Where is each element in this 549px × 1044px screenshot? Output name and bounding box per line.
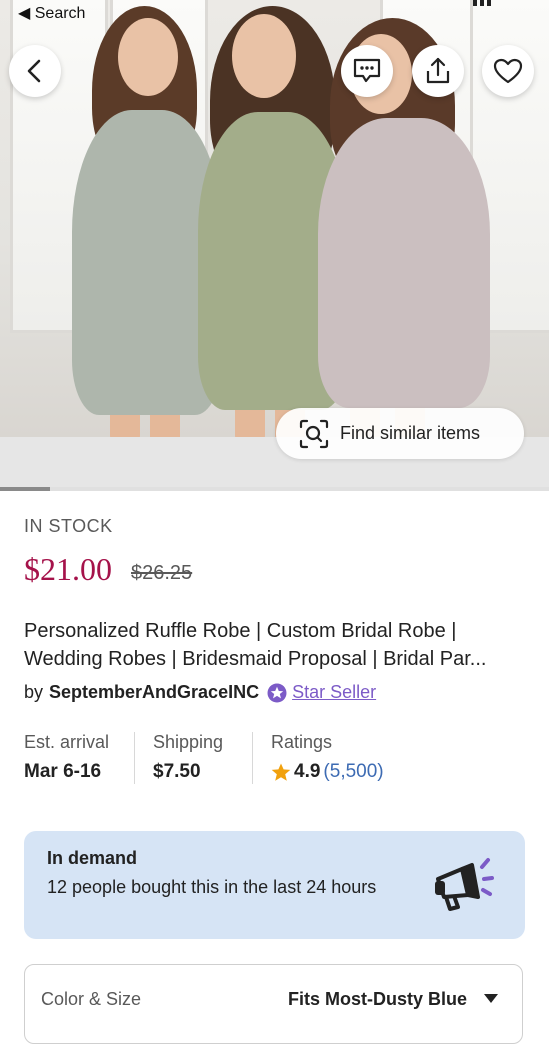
est-arrival-value: Mar 6-16: [24, 761, 102, 782]
ratings[interactable]: Ratings 4.9 (5,500): [271, 732, 384, 783]
color-size-select[interactable]: Color & Size Fits Most-Dusty Blue: [24, 964, 523, 1044]
in-demand-heading: In demand: [47, 848, 138, 868]
heart-icon: [493, 58, 523, 84]
in-demand-card: In demand 12 people bought this in the l…: [24, 831, 525, 939]
share-icon: [426, 57, 450, 84]
est-arrival-label: Est. arrival: [24, 732, 110, 752]
message-seller-button[interactable]: [341, 45, 393, 97]
original-price: $26.25: [131, 562, 193, 584]
rating-score: 4.9: [294, 761, 321, 782]
product-title-line2: Wedding Robes | Bridesmaid Proposal | Br…: [24, 648, 487, 670]
gallery-scrollbar[interactable]: [0, 487, 549, 491]
divider: [252, 732, 253, 784]
est-arrival: Est. arrival Mar 6-16: [24, 732, 109, 783]
signal-icon: [473, 0, 523, 6]
find-similar-label: Find similar items: [340, 423, 481, 443]
message-icon: [353, 58, 381, 83]
seller-row: by SeptemberAndGraceINC Star Seller: [24, 682, 376, 703]
star-icon: [271, 763, 291, 781]
back-to-search-link[interactable]: ◀ Search: [18, 3, 85, 23]
seller-name-link[interactable]: SeptemberAndGraceINC: [49, 682, 259, 703]
product-title[interactable]: Personalized Ruffle Robe | Custom Bridal…: [24, 617, 529, 673]
stock-status: IN STOCK: [24, 516, 113, 536]
back-button[interactable]: [9, 45, 61, 97]
favorite-button[interactable]: [482, 45, 534, 97]
megaphone-icon: [435, 858, 494, 911]
product-image[interactable]: [0, 0, 549, 437]
color-size-label: Color & Size: [41, 989, 142, 1009]
shipping-label: Shipping: [153, 732, 224, 752]
shipping: Shipping $7.50: [153, 732, 223, 783]
star-seller-link[interactable]: Star Seller: [292, 682, 376, 703]
ratings-value[interactable]: 4.9 (5,500): [271, 761, 384, 783]
color-size-value: Fits Most-Dusty Blue: [287, 989, 467, 1009]
gallery-scroll-thumb[interactable]: [0, 487, 50, 491]
visual-search-icon: [299, 419, 329, 448]
shipping-value: $7.50: [153, 761, 201, 782]
back-arrow-icon: [27, 59, 41, 83]
product-title-line1: Personalized Ruffle Robe | Custom Bridal…: [24, 620, 457, 642]
status-bar: ◀ Search: [0, 0, 549, 26]
chevron-down-icon: [484, 994, 498, 1003]
share-button[interactable]: [412, 45, 464, 97]
ratings-label: Ratings: [271, 732, 333, 752]
find-similar-button[interactable]: Find similar items: [276, 408, 524, 459]
divider: [134, 732, 135, 784]
star-seller-badge-icon: [267, 683, 287, 702]
in-demand-text: 12 people bought this in the last 24 hou…: [47, 877, 377, 897]
sale-price: $21.00: [24, 551, 112, 587]
by-label: by: [24, 682, 44, 702]
rating-count-link[interactable]: (5,500): [323, 761, 383, 783]
